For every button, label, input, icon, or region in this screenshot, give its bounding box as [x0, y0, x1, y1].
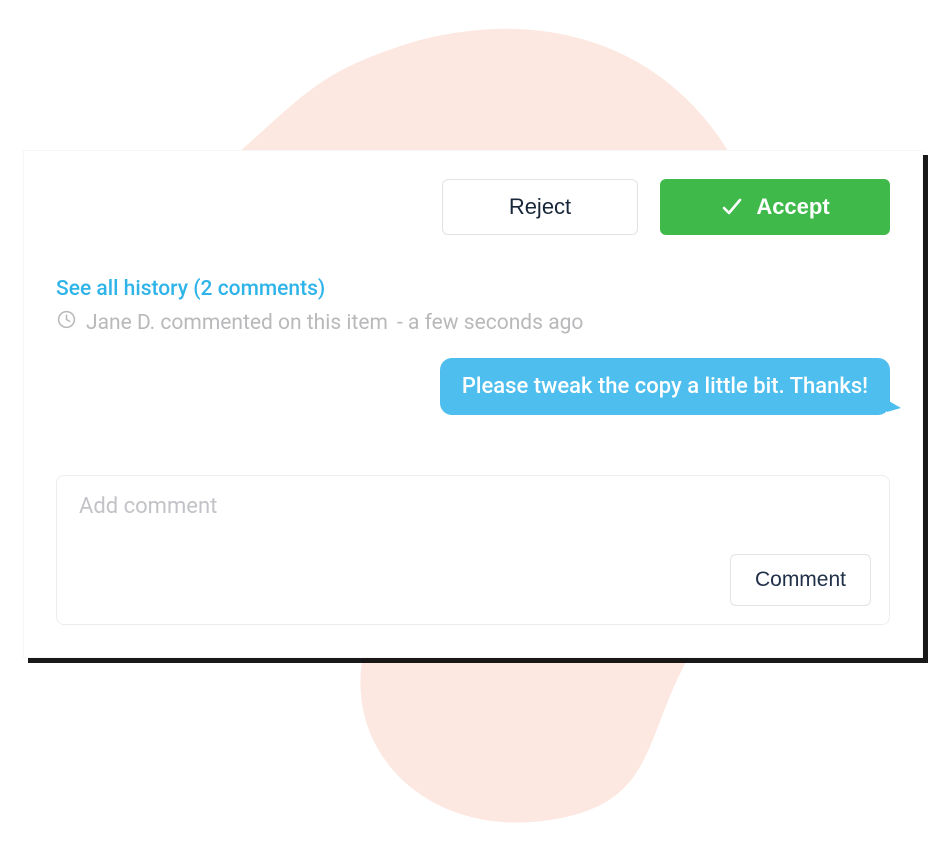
comment-box: Comment: [56, 475, 890, 625]
history-link-text: See all history (2 comments): [56, 277, 325, 301]
bubble-tail-icon: [887, 400, 901, 412]
history-meta-timestamp: a few seconds ago: [397, 311, 583, 335]
see-all-history-link[interactable]: See all history (2 comments): [56, 277, 325, 301]
review-card: Reject Accept See all history (2 comment…: [23, 150, 923, 658]
action-row: Reject Accept: [56, 179, 890, 235]
reject-button[interactable]: Reject: [442, 179, 638, 235]
comment-bubble-text: Please tweak the copy a little bit. Than…: [462, 374, 868, 399]
reject-button-label: Reject: [509, 194, 571, 220]
comment-input[interactable]: [79, 494, 871, 528]
comment-thread: Please tweak the copy a little bit. Than…: [56, 358, 890, 415]
comment-submit-label: Comment: [755, 568, 846, 591]
history-meta: Jane D. commented on this item a few sec…: [56, 309, 890, 336]
accept-button[interactable]: Accept: [660, 179, 890, 235]
comment-bubble: Please tweak the copy a little bit. Than…: [440, 358, 890, 415]
comment-submit-button[interactable]: Comment: [730, 554, 871, 606]
check-icon: [720, 195, 744, 219]
history-meta-user: Jane D. commented on this item: [86, 311, 388, 335]
accept-button-label: Accept: [756, 194, 829, 220]
comment-actions: Comment: [79, 554, 871, 606]
clock-icon: [56, 309, 77, 336]
